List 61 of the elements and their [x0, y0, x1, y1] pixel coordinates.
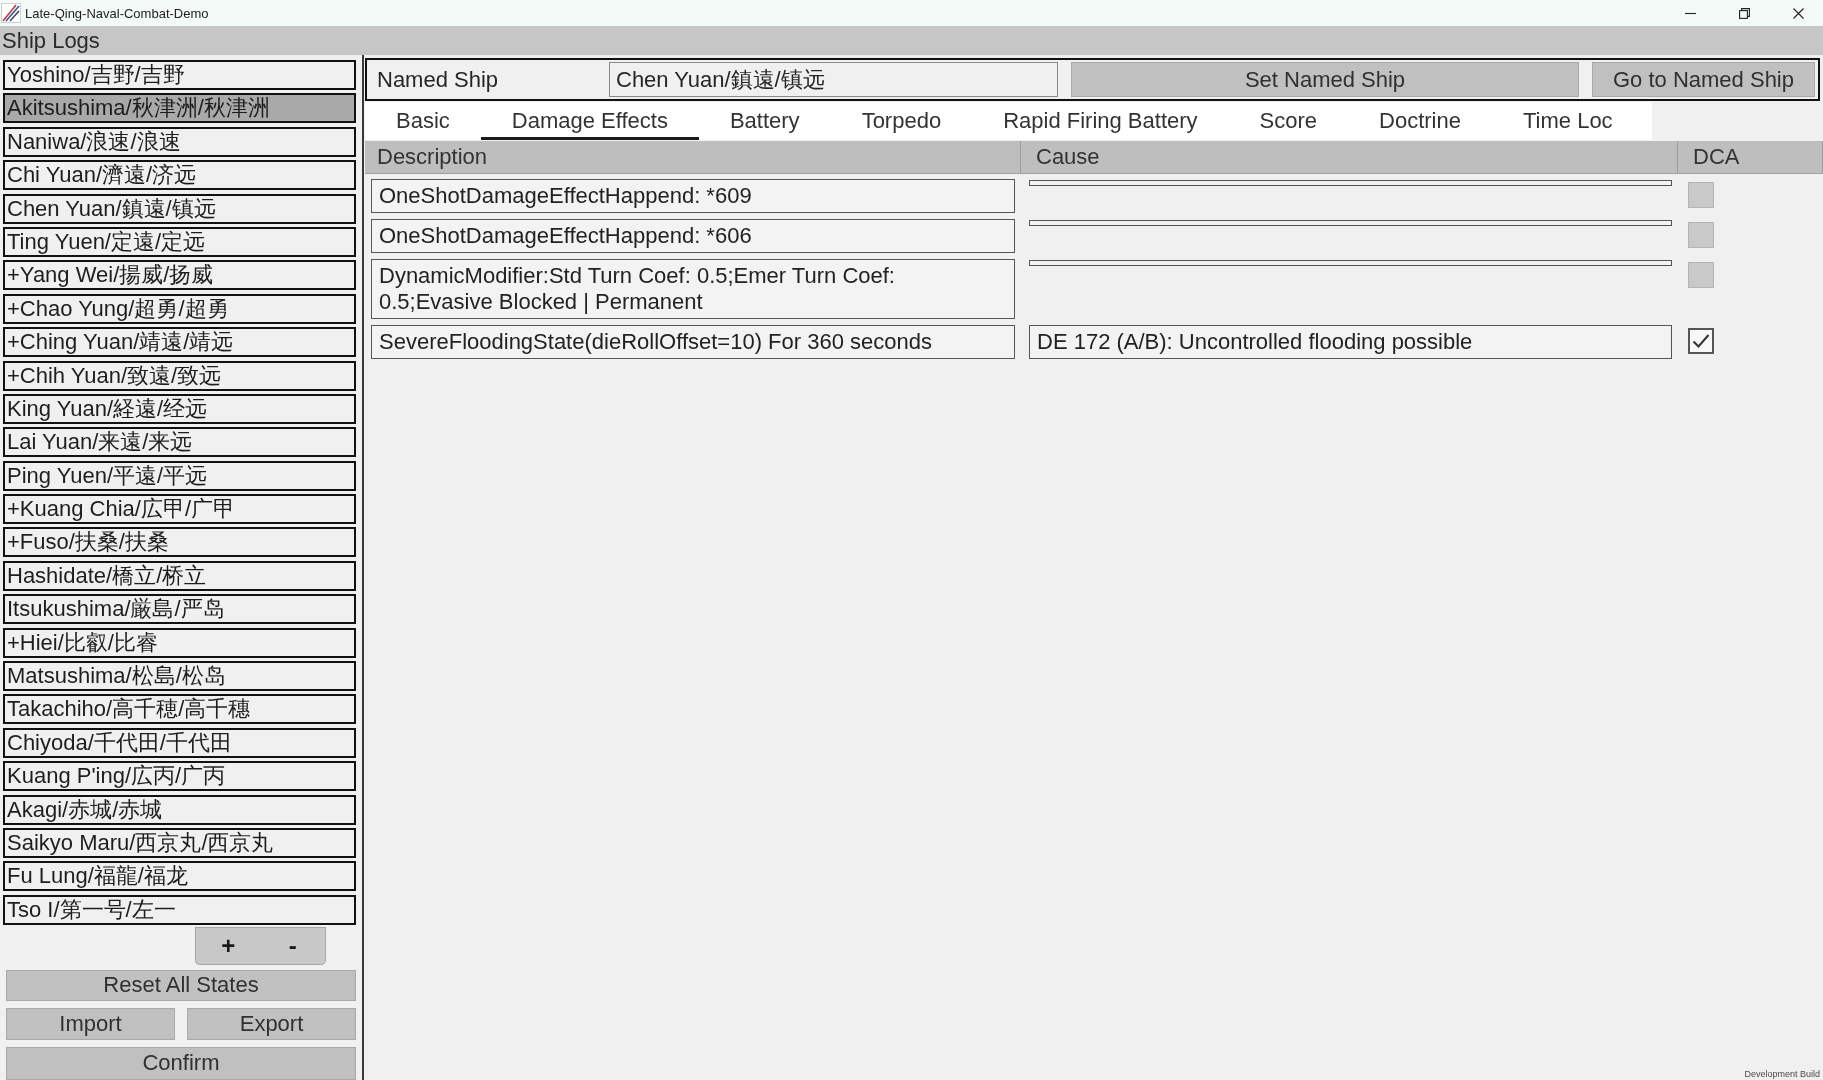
ship-list-item[interactable]: Lai Yuan/来遠/来远	[3, 427, 356, 458]
ship-list-item[interactable]: Naniwa/浪速/浪速	[3, 126, 356, 157]
ship-list-item[interactable]: +Chao Yung/超勇/超勇	[3, 293, 356, 324]
ship-list-item[interactable]: Chen Yuan/鎮遠/镇远	[3, 193, 356, 224]
checkmark-icon	[1692, 333, 1710, 349]
ship-list-item[interactable]: +Fuso/扶桑/扶桑	[3, 527, 356, 558]
add-button[interactable]: +	[195, 926, 261, 965]
close-icon	[1792, 7, 1804, 19]
column-header: Cause	[1021, 141, 1678, 174]
ship-list-item[interactable]: Saikyo Maru/西京丸/西京丸	[3, 828, 356, 858]
ship-list-item[interactable]: Itsukushima/厳島/严岛	[3, 594, 356, 625]
ship-list-item[interactable]: +Yang Wei/揚威/扬威	[3, 260, 356, 291]
ship-list-item[interactable]: Hashidate/橋立/桥立	[3, 560, 356, 591]
build-label: Development Build	[1744, 1069, 1820, 1079]
go-to-named-ship-button[interactable]: Go to Named Ship	[1592, 62, 1815, 97]
tab[interactable]: Doctrine	[1348, 102, 1492, 140]
ship-list-item[interactable]: Ping Yuen/平遠/平远	[3, 460, 356, 491]
ship-list-item[interactable]: +Chih Yuan/致遠/致远	[3, 360, 356, 391]
ship-list-item[interactable]: +Kuang Chia/広甲/广甲	[3, 494, 356, 525]
tab[interactable]: Time Loc	[1491, 102, 1644, 140]
remove-button[interactable]: -	[260, 926, 326, 965]
restore-icon	[1738, 7, 1750, 19]
ship-list-item[interactable]: Akagi/赤城/赤城	[3, 794, 356, 825]
dca-checkbox[interactable]	[1688, 182, 1714, 208]
description-cell: OneShotDamageEffectHappend: *609	[371, 179, 1015, 213]
reset-button[interactable]: Reset All States	[6, 969, 356, 1001]
ship-list-item[interactable]: Kuang P'ing/広丙/广丙	[3, 761, 356, 792]
dca-checkbox[interactable]	[1688, 262, 1714, 288]
dca-checkbox[interactable]	[1688, 328, 1714, 354]
ship-list-item[interactable]: Takachiho/高千穂/高千穗	[3, 694, 356, 725]
tab[interactable]: Torpedo	[830, 102, 973, 140]
description-cell: OneShotDamageEffectHappend: *606	[371, 219, 1015, 253]
ship-list-item[interactable]: Ting Yuen/定遠/定远	[3, 226, 356, 257]
tab[interactable]: Battery	[698, 102, 831, 140]
import-button[interactable]: Import	[6, 1007, 175, 1040]
description-cell: SevereFloodingState(dieRollOffset=10) For 360 seconds	[371, 325, 1015, 359]
ship-list-item[interactable]: Fu Lung/福龍/福龙	[3, 861, 356, 892]
dca-checkbox[interactable]	[1688, 222, 1714, 248]
ship-list-item[interactable]: Chi Yuan/濟遠/济远	[3, 160, 356, 191]
tab[interactable]: Score	[1228, 102, 1349, 140]
ship-list-item[interactable]: Matsushima/松島/松岛	[3, 661, 356, 692]
ship-list-item[interactable]: Akitsushima/秋津洲/秋津洲	[3, 93, 356, 124]
tab[interactable]: Rapid Firing Battery	[972, 102, 1229, 140]
column-header: DCA	[1678, 141, 1823, 174]
tab[interactable]: Basic	[365, 102, 481, 140]
window-title: Late-Qing-Naval-Combat-Demo	[25, 5, 209, 21]
ship-list-item[interactable]: Yoshino/吉野/吉野	[3, 60, 356, 90]
set-named-ship-button[interactable]: Set Named Ship	[1071, 62, 1579, 97]
cause-cell: DE 172 (A/B): Uncontrolled flooding possible	[1029, 325, 1672, 359]
named-ship-label: Named Ship	[377, 66, 500, 93]
ship-list-item[interactable]: +Ching Yuan/靖遠/靖远	[3, 327, 356, 358]
ship-list-item[interactable]: Tso I/第一号/左一	[3, 894, 356, 925]
ship-list-item[interactable]: Chiyoda/千代田/千代田	[3, 727, 356, 758]
export-button[interactable]: Export	[187, 1007, 356, 1040]
description-cell: DynamicModifier:Std Turn Coef: 0.5;Emer Turn Coef: 0.5;Evasive Blocked | Permanent	[371, 259, 1015, 319]
header-title: Ship Logs	[2, 27, 100, 54]
confirm-button[interactable]: Confirm	[6, 1046, 356, 1080]
ship-list-item[interactable]: King Yuan/経遠/经远	[3, 393, 356, 424]
column-header: Description	[365, 141, 1021, 174]
ship-list-item[interactable]: +Hiei/比叡/比睿	[3, 627, 356, 658]
named-ship-field[interactable]: Chen Yuan/鎮遠/镇远	[609, 62, 1058, 97]
